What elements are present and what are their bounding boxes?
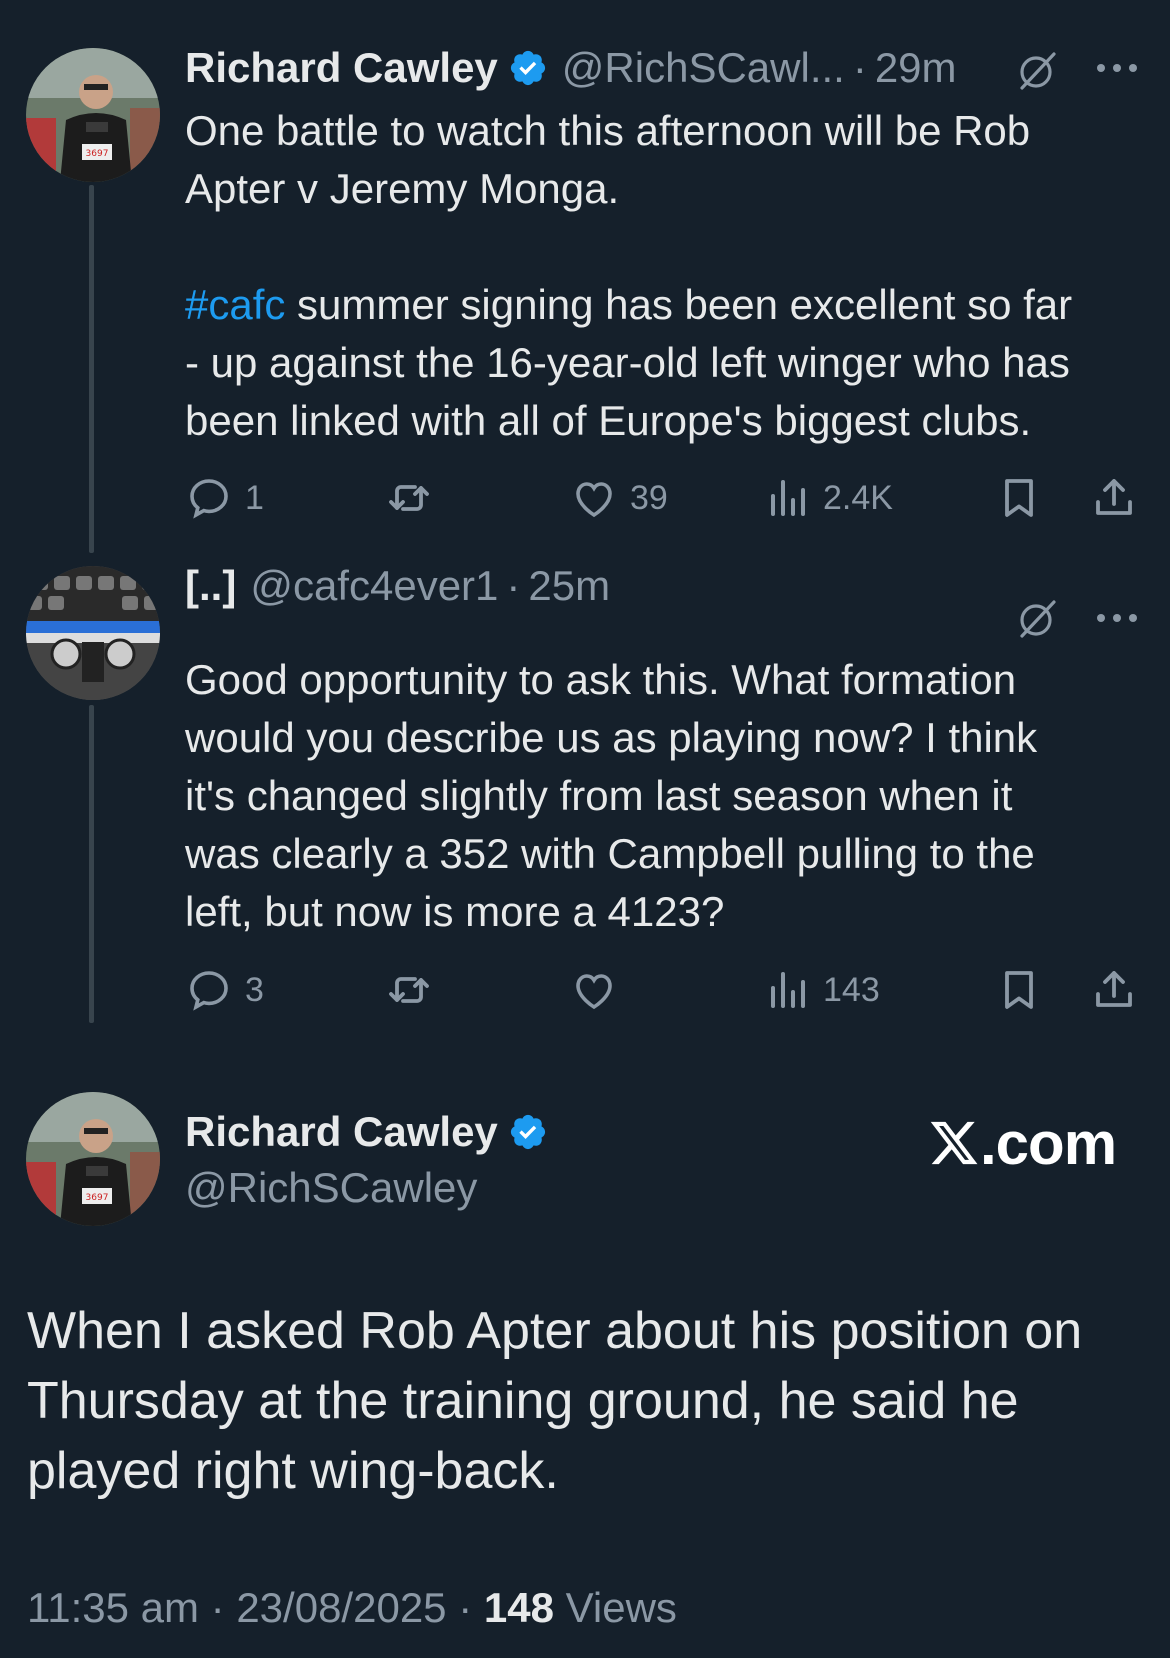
main-author-name[interactable]: Richard Cawley (185, 1108, 498, 1156)
reply-count: 1 (245, 478, 264, 517)
reply-button[interactable]: 3 (185, 960, 264, 1020)
avatar-richard-cawley[interactable]: 3697 (26, 1092, 160, 1226)
views-count: 2.4K (823, 478, 893, 517)
tweet1-author-name[interactable]: Richard Cawley (185, 44, 498, 92)
main-tweet-views-label: Views (553, 1584, 677, 1631)
tweet1-time[interactable]: 29m (875, 44, 957, 92)
more-dots-icon[interactable] (1094, 608, 1140, 628)
tweet1-separator: · (852, 44, 867, 91)
meta-separator: · (199, 1584, 237, 1631)
verified-badge-icon (508, 1112, 548, 1152)
grok-icon[interactable] (1016, 596, 1060, 640)
main-tweet-text-line: Thursday at the training ground, he said… (27, 1372, 1019, 1430)
tweet1-text-line: One battle to watch this afternoon will … (185, 107, 1031, 154)
more-dots-icon[interactable] (1094, 58, 1140, 78)
tweet1-handle[interactable]: @RichSCawl... (562, 44, 845, 92)
views-chart-icon (771, 480, 805, 516)
reply-icon (190, 971, 228, 1011)
tweet1-actions: 1 39 2.4K (185, 468, 1145, 528)
share-icon (1096, 479, 1132, 515)
avatar-cafc4ever1[interactable] (26, 566, 160, 700)
tweet1-text-segment: summer signing has been excellent so far (285, 281, 1073, 328)
svg-text:3697: 3697 (86, 149, 109, 159)
main-tweet-time[interactable]: 11:35 am (27, 1584, 199, 1631)
share-icon (1096, 971, 1132, 1007)
bookmark-button[interactable] (995, 468, 1043, 528)
main-author-handle[interactable]: @RichSCawley (185, 1160, 548, 1216)
retweet-icon (389, 485, 429, 511)
bookmark-button[interactable] (995, 960, 1043, 1020)
tweet2-text-line: left, but now is more a 4123? (185, 888, 725, 935)
verified-badge-icon (508, 48, 548, 88)
retweet-button[interactable] (385, 468, 433, 528)
tweet1-text-line: Apter v Jeremy Monga. (185, 165, 620, 212)
main-tweet-text-line: When I asked Rob Apter about his positio… (27, 1302, 1083, 1360)
tweet1-header: Richard Cawley @RichSCawl... · 29m (185, 38, 957, 98)
bookmark-icon (1005, 479, 1033, 517)
tweet2-text-line: it's changed slightly from last season w… (185, 772, 1013, 819)
like-button[interactable]: 39 (570, 468, 668, 528)
views-button[interactable]: 2.4K (763, 468, 893, 528)
bookmark-icon (1005, 971, 1033, 1009)
reply-button[interactable]: 1 (185, 468, 264, 528)
views-button[interactable]: 143 (763, 960, 880, 1020)
tweet2-time[interactable]: 25m (528, 562, 610, 610)
main-tweet-text-line: played right wing-back. (27, 1442, 559, 1500)
main-tweet-views-count[interactable]: 148 (484, 1584, 554, 1631)
avatar-richard-cawley[interactable]: 3697 (26, 48, 160, 182)
heart-icon (576, 482, 612, 518)
tweet1-text-line: been linked with all of Europe's biggest… (185, 397, 1032, 444)
reply-count: 3 (245, 970, 264, 1009)
like-count: 39 (630, 478, 668, 517)
heart-icon (576, 974, 612, 1010)
thread-line-2 (89, 705, 94, 1023)
tweet2-text-line: Good opportunity to ask this. What forma… (185, 656, 1017, 703)
tweet2-actions: 3 143 (185, 960, 1145, 1020)
tweet-thread-screenshot: 3697 Richard Cawley @RichSCawl... · 29m … (0, 0, 1170, 1658)
main-tweet-text: When I asked Rob Apter about his positio… (27, 1296, 1147, 1506)
retweet-icon (389, 977, 429, 1003)
tweet2-text-line: would you describe us as playing now? I … (185, 714, 1038, 761)
like-button[interactable] (570, 960, 618, 1020)
share-button[interactable] (1090, 468, 1138, 528)
tweet2-separator: · (506, 562, 521, 609)
grok-icon[interactable] (1016, 48, 1060, 92)
share-button[interactable] (1090, 960, 1138, 1020)
main-tweet-date[interactable]: 23/08/2025 (236, 1584, 446, 1631)
reply-icon (190, 479, 228, 519)
tweet2-handle[interactable]: @cafc4ever1 (250, 562, 498, 610)
tweet1-text-line: #cafc summer signing has been excellent … (185, 276, 1145, 334)
views-chart-icon (771, 972, 805, 1008)
tweet1-text: One battle to watch this afternoon will … (185, 102, 1145, 450)
x-com-logo-text: .com (980, 1109, 1117, 1177)
tweet2-text-line: was clearly a 352 with Campbell pulling … (185, 830, 1035, 877)
tweet2-header: [..] @cafc4ever1 · 25m (185, 556, 610, 616)
thread-line-1 (89, 185, 94, 553)
hashtag-link[interactable]: #cafc (185, 281, 285, 328)
svg-text:3697: 3697 (86, 1193, 109, 1203)
main-tweet-author: Richard Cawley @RichSCawley (185, 1104, 548, 1216)
retweet-button[interactable] (385, 960, 433, 1020)
main-tweet-meta: 11:35 am · 23/08/2025 · 148 Views (27, 1584, 677, 1638)
tweet1-text-line: - up against the 16-year-old left winger… (185, 339, 1070, 386)
tweet2-author-name[interactable]: [..] (185, 562, 236, 610)
x-com-logo: .com (928, 1108, 1117, 1178)
views-count: 143 (823, 970, 880, 1009)
x-logo-icon (930, 1121, 978, 1165)
tweet2-text: Good opportunity to ask this. What forma… (185, 651, 1145, 941)
meta-separator: · (446, 1584, 484, 1631)
